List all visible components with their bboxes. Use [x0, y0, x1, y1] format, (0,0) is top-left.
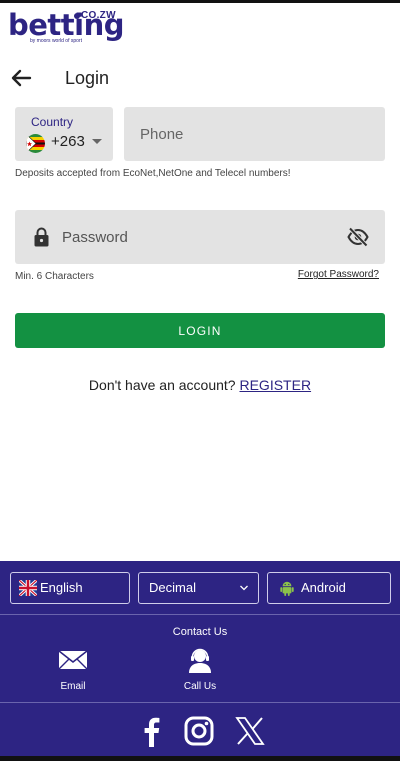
email-contact-button[interactable]: Email — [43, 647, 103, 695]
envelope-icon — [58, 650, 88, 670]
betting-logo[interactable]: betting co.zw by moors world of sport — [8, 6, 125, 46]
page-title: Login — [65, 68, 110, 88]
password-hint: Min. 6 Characters — [15, 271, 94, 282]
register-prompt: Don't have an account? REGISTER — [0, 377, 400, 393]
contact-us-title: Contact Us — [172, 626, 228, 638]
password-input[interactable] — [62, 210, 332, 264]
x-icon[interactable] — [234, 715, 266, 747]
language-label: English — [40, 580, 83, 595]
logo-dot — [74, 13, 80, 19]
phone-input[interactable] — [124, 107, 385, 161]
instagram-icon[interactable] — [183, 715, 215, 747]
deposit-note: Deposits accepted from EcoNet,NetOne and… — [15, 168, 291, 179]
chevron-down-icon — [240, 585, 248, 591]
country-label: Country — [31, 115, 74, 129]
eye-slash-icon[interactable] — [347, 226, 369, 248]
odds-format-select[interactable]: Decimal — [138, 572, 259, 604]
call-contact-button[interactable]: Call Us — [170, 647, 230, 695]
lock-icon — [34, 227, 49, 247]
logo-domain: co.zw — [81, 10, 116, 21]
language-selector-button[interactable]: English — [10, 572, 130, 604]
register-link[interactable]: REGISTER — [239, 377, 311, 393]
call-us-label: Call Us — [183, 681, 217, 692]
password-field[interactable] — [15, 210, 385, 264]
logo-tagline: by moors world of sport — [30, 38, 82, 44]
facebook-icon[interactable] — [136, 715, 168, 747]
dial-code: +263 — [51, 133, 85, 150]
back-arrow-icon[interactable] — [10, 66, 32, 90]
register-prompt-text: Don't have an account? — [88, 377, 236, 393]
footer-divider — [0, 702, 400, 703]
country-selector[interactable]: Country +263 — [15, 107, 113, 161]
android-app-button[interactable]: Android — [267, 572, 391, 604]
email-label: Email — [60, 681, 86, 692]
android-label: Android — [301, 580, 346, 595]
footer-divider — [0, 614, 400, 615]
bottom-edge — [0, 756, 400, 761]
caret-down-icon — [92, 139, 102, 144]
forgot-password-link[interactable]: Forgot Password? — [298, 269, 379, 280]
login-button[interactable]: LOGIN — [15, 313, 385, 348]
android-icon — [280, 581, 294, 596]
top-edge — [0, 0, 400, 3]
headset-support-icon — [189, 648, 211, 673]
uk-flag-icon — [19, 580, 37, 596]
footer: English Decimal Android Contact Us Email — [0, 561, 400, 756]
zimbabwe-flag-icon — [26, 134, 45, 153]
odds-format-label: Decimal — [149, 580, 196, 595]
